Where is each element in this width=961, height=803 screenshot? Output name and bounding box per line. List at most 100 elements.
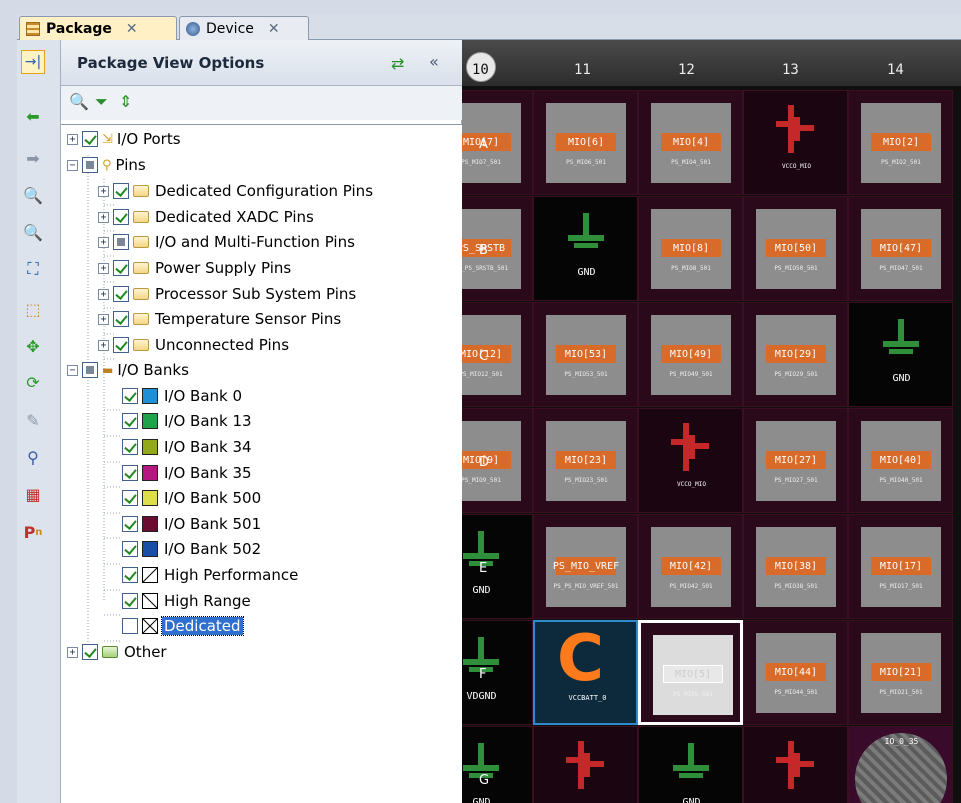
package-pin-cell[interactable]: MIO[38] PS_MIO38_501 — [743, 514, 848, 619]
forward-arrow-icon[interactable]: ➡ — [21, 146, 45, 170]
package-pin-cell[interactable]: MIO[44] PS_MIO44_501 — [743, 620, 848, 725]
tree-item-io-banks[interactable]: − ▬ I/O Banks — [67, 359, 189, 381]
package-pin-cell[interactable]: C VCCBATT_0 — [533, 620, 638, 725]
checkbox[interactable] — [122, 388, 138, 404]
select-area-icon[interactable]: ⬚ — [21, 297, 45, 321]
package-pin-cell[interactable]: MIO[4] PS_MIO4_501 — [638, 90, 743, 195]
pin-placement-icon[interactable]: ✎ — [21, 408, 45, 432]
tree-item-io-bank-34[interactable]: I/O Bank 34 — [122, 436, 252, 458]
expand-all-icon[interactable]: ⇕ — [119, 92, 132, 111]
checkbox[interactable] — [113, 286, 129, 302]
expand-icon[interactable]: + — [98, 236, 109, 248]
tree-item-io-ports[interactable]: + ⇲ I/O Ports — [67, 128, 181, 150]
checkbox[interactable] — [82, 131, 98, 147]
package-pin-cell[interactable]: MIO[8] PS_MIO8_501 — [638, 196, 743, 301]
package-pin-cell[interactable]: MIO[12] PS_MIO12_501 C — [462, 302, 533, 407]
tree-item-io-bank-502[interactable]: I/O Bank 502 — [122, 538, 261, 560]
zoom-fit-icon[interactable]: ⛶ — [21, 257, 45, 281]
package-pin-cell[interactable]: VCCO_MIO — [638, 408, 743, 513]
collapse-icon[interactable]: − — [67, 364, 78, 376]
search-pins-icon[interactable]: ⚲ — [21, 445, 45, 469]
package-pin-cell[interactable]: GND E — [462, 514, 533, 619]
checkbox[interactable] — [122, 465, 138, 481]
tree-item-temperature-sensor-pins[interactable]: + Temperature Sensor Pins — [98, 308, 341, 330]
expand-icon[interactable]: + — [98, 288, 109, 300]
package-pin-cell[interactable]: VCCINT — [743, 726, 848, 803]
checkbox[interactable] — [122, 541, 138, 557]
back-arrow-icon[interactable]: ⬅ — [21, 104, 45, 128]
zoom-out-icon[interactable]: 🔍 — [21, 220, 45, 244]
tree-item-dedicated-configuration-pins[interactable]: + Dedicated Configuration Pins — [98, 180, 373, 202]
expand-icon[interactable]: + — [98, 211, 109, 223]
tree-item-dedicated[interactable]: Dedicated — [122, 615, 244, 637]
checkbox[interactable] — [113, 209, 129, 225]
package-pin-cell[interactable]: GND — [533, 196, 638, 301]
package-pin-cell[interactable]: MIO[49] PS_MIO49_501 — [638, 302, 743, 407]
tree-item-pins[interactable]: − ⚲ Pins — [67, 154, 146, 176]
package-pin-cell[interactable]: VDGND F — [462, 620, 533, 725]
package-pin-cell[interactable]: MIO[47] PS_MIO47_501 — [848, 196, 953, 301]
package-pin-cell[interactable]: MIO[5] PS_MIO5_501 — [638, 620, 743, 725]
expand-icon[interactable]: + — [67, 646, 78, 658]
tab-package[interactable]: Package ✕ — [19, 16, 177, 40]
package-pin-cell[interactable]: GND — [638, 726, 743, 803]
tree-item-processor-sub-system-pins[interactable]: + Processor Sub System Pins — [98, 283, 356, 305]
checkbox[interactable] — [82, 362, 98, 378]
package-pin-cell[interactable]: MIO[27] PS_MIO27_501 — [743, 408, 848, 513]
checkbox[interactable] — [122, 567, 138, 583]
tab-device[interactable]: Device ✕ — [179, 16, 309, 40]
auto-fit-icon[interactable]: ✥ — [21, 334, 45, 358]
package-pin-cell[interactable]: MIO[23] PS_MIO23_501 — [533, 408, 638, 513]
grid-view-icon[interactable]: ▦ — [21, 482, 45, 506]
checkbox[interactable] — [122, 490, 138, 506]
checkbox[interactable] — [82, 644, 98, 660]
package-pin-cell[interactable]: MIO[40] PS_MIO40_501 — [848, 408, 953, 513]
swap-icon[interactable]: ⇄ — [391, 54, 409, 73]
package-grid-view[interactable]: 10 11 12 13 14 MIO[7] PS_MIO7_501 A MIO[6] P… — [462, 40, 961, 803]
checkbox[interactable] — [82, 157, 98, 173]
checkbox[interactable] — [113, 311, 129, 327]
tree-item-high-performance[interactable]: High Performance — [122, 564, 298, 586]
tree-item-io-bank-35[interactable]: I/O Bank 35 — [122, 462, 252, 484]
collapse-panel-icon[interactable]: « — [429, 52, 439, 71]
zoom-in-icon[interactable]: 🔍 — [21, 183, 45, 207]
tree-item-io-bank-500[interactable]: I/O Bank 500 — [122, 487, 261, 509]
package-pin-cell[interactable]: PS_SRSTBPS_PS_SRSTB_501B — [462, 196, 533, 301]
refresh-view-icon[interactable]: ⟳ — [21, 370, 45, 394]
package-pin-cell[interactable]: MIO[2] PS_MIO2_501 — [848, 90, 953, 195]
checkbox[interactable] — [113, 260, 129, 276]
close-icon[interactable]: ✕ — [268, 21, 280, 37]
close-icon[interactable]: ✕ — [126, 21, 138, 37]
package-pin-cell[interactable]: MIO[21] PS_MIO21_501 — [848, 620, 953, 725]
checkbox[interactable] — [113, 183, 129, 199]
package-pin-cell[interactable]: GND G — [462, 726, 533, 803]
tree-item-io-bank-0[interactable]: I/O Bank 0 — [122, 385, 242, 407]
collapse-all-icon[interactable]: ⏷ — [95, 92, 108, 112]
package-pin-cell[interactable]: VCCO_MIO — [743, 90, 848, 195]
collapse-icon[interactable]: − — [67, 159, 78, 171]
checkbox[interactable] — [122, 618, 138, 634]
expand-icon[interactable]: + — [98, 339, 109, 351]
pin-name-icon[interactable]: Pn — [21, 520, 45, 544]
tree-item-io-bank-13[interactable]: I/O Bank 13 — [122, 410, 252, 432]
package-pin-cell[interactable]: IO_0_35 — [848, 726, 953, 803]
package-pin-cell[interactable]: MIO[53] PS_MIO53_501 — [533, 302, 638, 407]
tree-item-unconnected-pins[interactable]: + Unconnected Pins — [98, 334, 289, 356]
checkbox[interactable] — [122, 439, 138, 455]
expand-icon[interactable]: + — [98, 185, 109, 197]
tree-item-dedicated-xadc-pins[interactable]: + Dedicated XADC Pins — [98, 206, 314, 228]
checkbox[interactable] — [113, 337, 129, 353]
package-pin-cell[interactable]: MIO[29] PS_MIO29_501 — [743, 302, 848, 407]
expand-icon[interactable]: + — [98, 262, 109, 274]
package-pin-cell[interactable]: MIO[7] PS_MIO7_501 A — [462, 90, 533, 195]
package-pin-cell[interactable]: MIO[6] PS_MIO6_501 — [533, 90, 638, 195]
tree-item-io-bank-501[interactable]: I/O Bank 501 — [122, 513, 261, 535]
tree-item-other[interactable]: + Other — [67, 641, 167, 663]
expand-icon[interactable]: + — [98, 313, 109, 325]
checkbox[interactable] — [122, 593, 138, 609]
package-pin-cell[interactable]: MIO[50] PS_MIO50_501 — [743, 196, 848, 301]
package-pin-cell[interactable]: MIO[17] PS_MIO17_501 — [848, 514, 953, 619]
checkbox[interactable] — [122, 413, 138, 429]
package-pin-cell[interactable]: MIO[9] PS_MIO9_501 D — [462, 408, 533, 513]
package-pin-cell[interactable]: VCCBRAM — [533, 726, 638, 803]
